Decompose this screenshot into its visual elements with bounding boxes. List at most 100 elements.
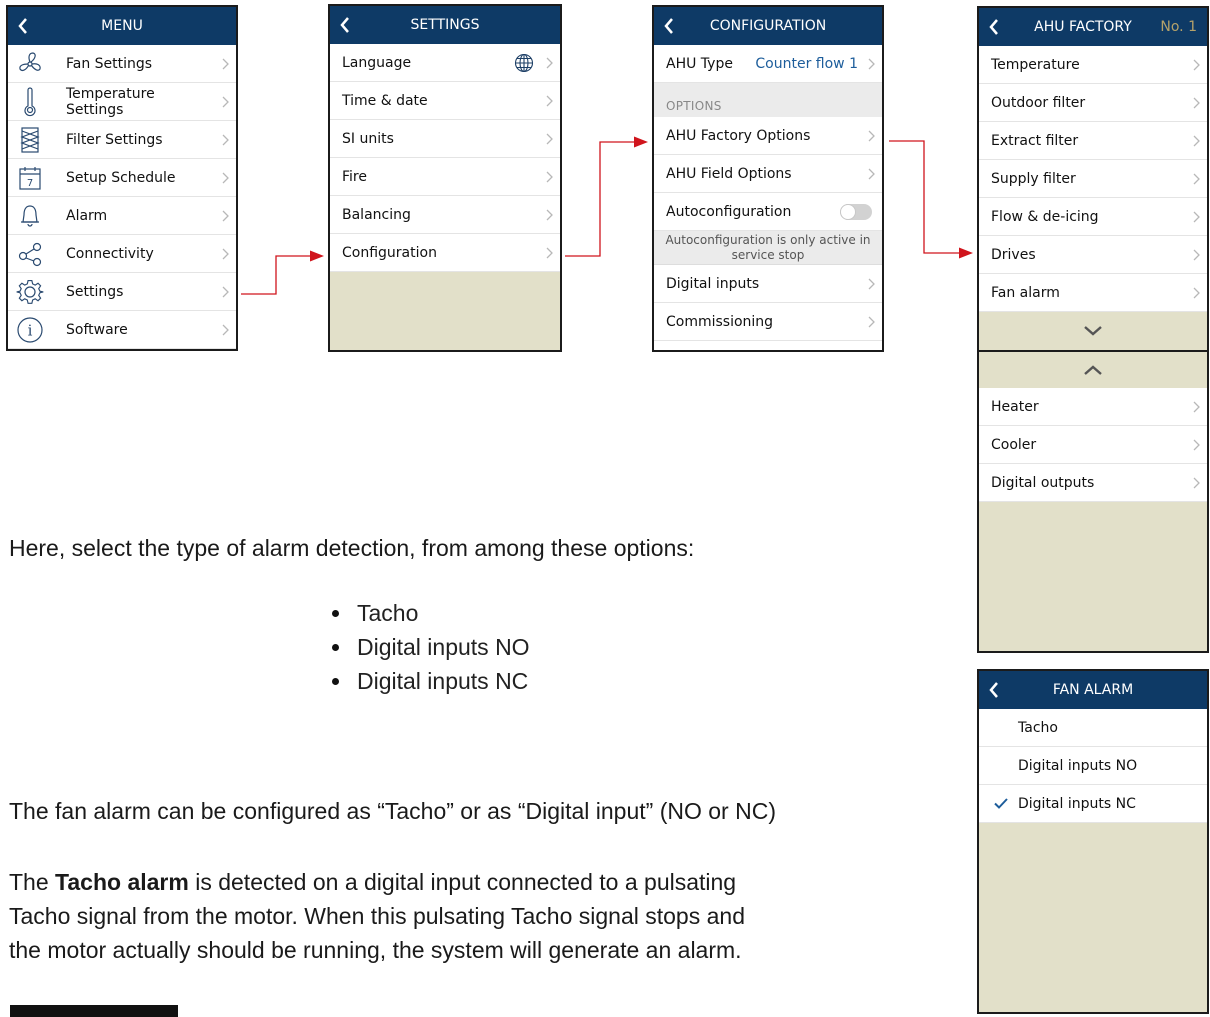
ahu-item-label: Heater xyxy=(991,398,1039,415)
bullet-text: Tacho xyxy=(357,600,419,626)
connector-factory-to-ahu xyxy=(889,140,960,254)
back-icon[interactable] xyxy=(664,7,674,45)
bullet-dot xyxy=(332,610,339,617)
ahu-type-row[interactable]: AHU Type Counter flow 1 xyxy=(654,45,882,83)
menu-item-label: Filter Settings xyxy=(66,131,163,148)
ahu-item-label: Extract filter xyxy=(991,132,1079,149)
back-icon[interactable] xyxy=(989,671,999,709)
settings-item-label: SI units xyxy=(342,130,394,147)
bell-icon xyxy=(8,203,52,229)
menu-header: MENU xyxy=(8,7,236,45)
chevron-right-icon xyxy=(214,248,236,260)
menu-item-label: Alarm xyxy=(66,207,108,224)
checkmark-icon xyxy=(979,798,1015,809)
settings-item-balancing[interactable]: Balancing xyxy=(330,196,560,234)
fan-alarm-header: FAN ALARM xyxy=(979,671,1207,709)
autoconfiguration-note-line1: Autoconfiguration is only active in xyxy=(665,232,871,247)
ahu-item-temperature[interactable]: Temperature xyxy=(979,46,1207,84)
back-icon[interactable] xyxy=(340,6,350,44)
settings-item-label: Balancing xyxy=(342,206,411,223)
settings-item-fire[interactable]: Fire xyxy=(330,158,560,196)
chevron-right-icon xyxy=(214,172,236,184)
ahu-item-label: Drives xyxy=(991,246,1036,263)
ahu-field-options-row[interactable]: AHU Field Options xyxy=(654,155,882,193)
commissioning-row[interactable]: Commissioning xyxy=(654,303,882,341)
share-icon xyxy=(8,241,52,267)
menu-item-connectivity[interactable]: Connectivity xyxy=(8,235,236,273)
chevron-right-icon xyxy=(1185,97,1207,109)
menu-item-label: Connectivity xyxy=(66,245,154,262)
tacho-line-1: The Tacho alarm is detected on a digital… xyxy=(9,865,745,899)
settings-item-label: Language xyxy=(342,54,412,71)
menu-item-label: Software xyxy=(66,321,128,338)
settings-item-language[interactable]: Language xyxy=(330,44,560,82)
ahu-item-heater[interactable]: Heater xyxy=(979,388,1207,426)
chevron-right-icon xyxy=(1185,135,1207,147)
chevron-right-icon xyxy=(1185,401,1207,413)
menu-item-label: Fan Settings xyxy=(66,55,153,72)
bullet-text: Digital inputs NC xyxy=(357,668,529,694)
settings-item-configuration[interactable]: Configuration xyxy=(330,234,560,272)
chevron-right-icon xyxy=(1185,477,1207,489)
autoconfiguration-note-line2: service stop xyxy=(731,247,805,262)
alarm-option-bullet: Digital inputs NO xyxy=(330,630,530,664)
chevron-right-icon xyxy=(538,133,560,145)
fan-alarm-option-label: Digital inputs NC xyxy=(1018,795,1136,812)
menu-item-temperature-settings[interactable]: Temperature Settings xyxy=(8,83,236,121)
menu-item-filter-settings[interactable]: Filter Settings xyxy=(8,121,236,159)
ahu-item-fan-alarm[interactable]: Fan alarm xyxy=(979,274,1207,312)
chevron-right-icon xyxy=(214,324,236,336)
settings-item-time-date[interactable]: Time & date xyxy=(330,82,560,120)
ahu-item-label: Fan alarm xyxy=(991,284,1060,301)
menu-item-fan-settings[interactable]: Fan Settings xyxy=(8,45,236,83)
ahu-item-supply-filter[interactable]: Supply filter xyxy=(979,160,1207,198)
tacho-line1-rest: is detected on a digital input connected… xyxy=(188,869,737,895)
menu-item-settings[interactable]: Settings xyxy=(8,273,236,311)
alarm-options-list: Tacho Digital inputs NO Digital inputs N… xyxy=(330,596,530,698)
settings-item-si-units[interactable]: SI units xyxy=(330,120,560,158)
back-icon[interactable] xyxy=(989,8,999,46)
chevron-right-icon xyxy=(538,57,560,69)
digital-inputs-label: Digital inputs xyxy=(666,275,760,292)
menu-item-software[interactable]: i Software xyxy=(8,311,236,349)
settings-item-label: Fire xyxy=(342,168,367,185)
ahu-item-label: Temperature xyxy=(991,56,1080,73)
ahu-item-flow-de-icing[interactable]: Flow & de-icing xyxy=(979,198,1207,236)
calendar-day: 7 xyxy=(27,178,33,189)
menu-screen: MENU Fan Settings Temperature Settings F… xyxy=(6,5,238,351)
fan-alarm-option-digital-inputs-nc[interactable]: Digital inputs NC xyxy=(979,785,1207,823)
chevron-right-icon xyxy=(1185,173,1207,185)
fan-alarm-option-label: Digital inputs NO xyxy=(1018,757,1138,774)
commissioning-label: Commissioning xyxy=(666,313,774,330)
scroll-down-button[interactable] xyxy=(979,312,1207,350)
autoconfiguration-toggle[interactable] xyxy=(840,203,872,220)
chevron-right-icon xyxy=(214,58,236,70)
ahu-item-extract-filter[interactable]: Extract filter xyxy=(979,122,1207,160)
menu-item-setup-schedule[interactable]: 7 Setup Schedule xyxy=(8,159,236,197)
ahu-factory-options-label: AHU Factory Options xyxy=(666,127,811,144)
configuration-screen: CONFIGURATION AHU Type Counter flow 1 OP… xyxy=(652,5,884,352)
menu-item-label: Temperature Settings xyxy=(66,85,155,118)
connector-settings-to-configuration xyxy=(241,255,312,295)
ahu-item-cooler[interactable]: Cooler xyxy=(979,426,1207,464)
scroll-up-button[interactable] xyxy=(979,352,1207,388)
chevron-right-icon xyxy=(538,95,560,107)
chevron-right-icon xyxy=(1185,211,1207,223)
digital-inputs-row[interactable]: Digital inputs xyxy=(654,265,882,303)
back-icon[interactable] xyxy=(18,7,28,45)
ahu-item-outdoor-filter[interactable]: Outdoor filter xyxy=(979,84,1207,122)
ahu-field-options-label: AHU Field Options xyxy=(666,165,792,182)
settings-title: SETTINGS xyxy=(410,17,480,33)
chevron-right-icon xyxy=(860,130,882,142)
fan-alarm-option-digital-inputs-no[interactable]: Digital inputs NO xyxy=(979,747,1207,785)
ahu-item-digital-outputs[interactable]: Digital outputs xyxy=(979,464,1207,502)
fan-alarm-option-tacho[interactable]: Tacho xyxy=(979,709,1207,747)
tacho-line-2: Tacho signal from the motor. When this p… xyxy=(9,903,745,929)
ahu-item-label: Digital outputs xyxy=(991,474,1095,491)
thermometer-icon xyxy=(8,86,52,117)
fan-alarm-title: FAN ALARM xyxy=(1052,682,1134,698)
fan-alarm-option-label: Tacho xyxy=(1018,719,1058,736)
ahu-factory-options-row[interactable]: AHU Factory Options xyxy=(654,117,882,155)
menu-item-alarm[interactable]: Alarm xyxy=(8,197,236,235)
ahu-item-drives[interactable]: Drives xyxy=(979,236,1207,274)
